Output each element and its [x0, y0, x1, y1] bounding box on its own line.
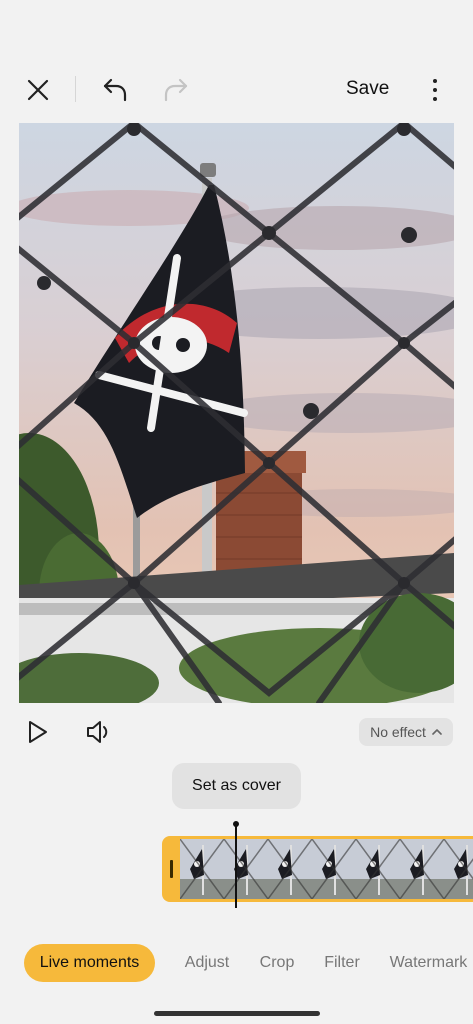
- mute-button[interactable]: [79, 712, 119, 752]
- photo-image: [19, 123, 454, 703]
- playhead[interactable]: [235, 826, 237, 908]
- effect-label: No effect: [370, 724, 426, 740]
- timeline-frame: [224, 839, 268, 899]
- redo-icon: [164, 78, 188, 102]
- home-indicator[interactable]: [154, 1011, 320, 1016]
- undo-button[interactable]: [97, 72, 133, 108]
- chevron-up-icon: [432, 729, 442, 735]
- tab-crop[interactable]: Crop: [252, 944, 302, 982]
- tab-adjust[interactable]: Adjust: [176, 944, 238, 982]
- save-button[interactable]: Save: [346, 78, 389, 100]
- close-icon: [27, 79, 49, 101]
- redo-button[interactable]: [158, 72, 194, 108]
- undo-icon: [103, 78, 127, 102]
- play-icon: [29, 721, 47, 743]
- close-button[interactable]: [20, 72, 56, 108]
- speaker-icon: [87, 721, 108, 743]
- more-vert-icon: [433, 79, 437, 83]
- tab-live-moments[interactable]: Live moments: [24, 944, 155, 982]
- effect-dropdown[interactable]: No effect: [359, 718, 453, 746]
- timeline-strip[interactable]: [180, 836, 473, 902]
- timeline-frame: [356, 839, 400, 899]
- timeline-frame: [180, 839, 224, 899]
- toolbar-divider: [75, 76, 76, 102]
- play-button[interactable]: [17, 712, 57, 752]
- editor-toolbar: Save: [0, 62, 473, 118]
- timeline-frame: [312, 839, 356, 899]
- photo-preview[interactable]: [19, 123, 454, 703]
- timeline-trim-handle[interactable]: [162, 836, 182, 902]
- set-as-cover-button[interactable]: Set as cover: [172, 763, 301, 809]
- timeline-frame: [400, 839, 444, 899]
- timeline-frame: [268, 839, 312, 899]
- more-options-button[interactable]: [423, 72, 447, 108]
- tab-watermark[interactable]: Watermark: [384, 944, 473, 982]
- tab-filter[interactable]: Filter: [316, 944, 368, 982]
- timeline-frame: [444, 839, 473, 899]
